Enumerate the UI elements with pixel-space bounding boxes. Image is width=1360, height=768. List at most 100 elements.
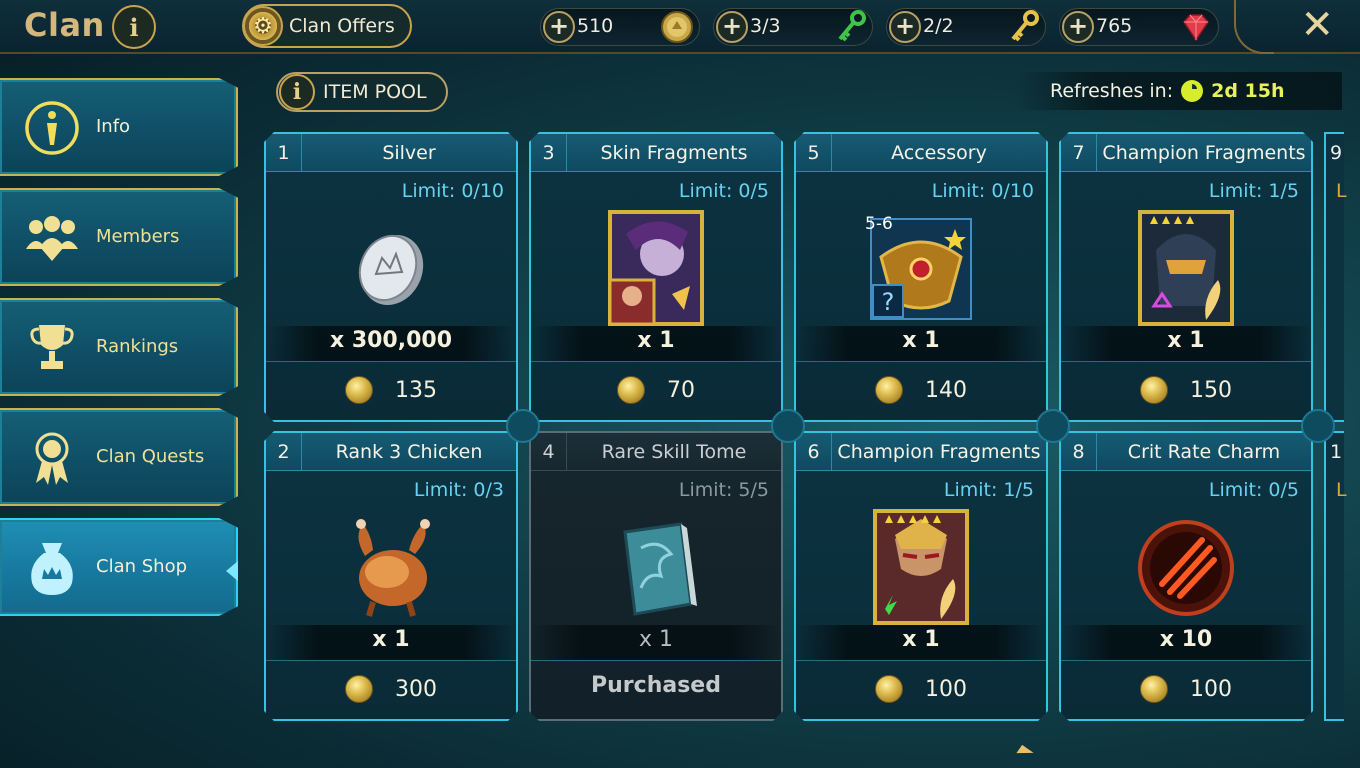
card-limit: L	[1336, 180, 1347, 202]
card-header: 1 Silver	[266, 134, 516, 172]
card-name: Champion Fragments	[837, 441, 1041, 463]
shop-card-accessory[interactable]: 5 Accessory Limit: 0/10 ? 5-6 x 1 140	[794, 132, 1048, 422]
gold-key-icon	[1011, 10, 1039, 42]
resource-silver: + 510	[540, 8, 700, 46]
clock-icon	[1181, 80, 1204, 102]
buy-button[interactable]: 150	[1061, 370, 1311, 410]
buy-button[interactable]: 100	[796, 669, 1046, 709]
card-price: 100	[925, 676, 967, 702]
crit-charm-icon	[1126, 509, 1246, 627]
card-number: 2	[266, 433, 302, 471]
gems-count: 765	[1096, 15, 1133, 37]
card-limit: Limit: 1/5	[943, 479, 1034, 501]
card-price: 70	[667, 377, 695, 403]
card-name: Rank 3 Chicken	[335, 441, 483, 463]
card-number: 9	[1330, 142, 1343, 164]
active-indicator-arrow	[226, 561, 238, 581]
card-quantity: x 300,000	[329, 328, 453, 353]
shop-card-skin-fragments[interactable]: 3 Skin Fragments Limit: 0/5 x 1 70	[529, 132, 783, 422]
buy-button[interactable]: 300	[266, 669, 516, 709]
green-key-count: 3/3	[750, 15, 781, 37]
card-price: 100	[1190, 676, 1232, 702]
card-quantity: x 1	[1167, 328, 1205, 353]
card-number: 3	[531, 134, 567, 172]
card-limit: Limit: 0/5	[678, 180, 769, 202]
card-header: 5 Accessory	[796, 134, 1046, 172]
shop-card-partial[interactable]: 1 L	[1324, 431, 1347, 721]
silver-coin-icon	[345, 675, 373, 703]
sidebar-item-info[interactable]: Info	[0, 78, 238, 176]
card-quantity: x 1	[902, 328, 940, 353]
add-gold-key-button[interactable]: +	[889, 11, 921, 43]
buy-button[interactable]: 140	[796, 370, 1046, 410]
close-icon[interactable]: ✕	[1300, 2, 1334, 48]
card-header: 8 Crit Rate Charm	[1061, 433, 1311, 471]
silver-coin-icon	[617, 376, 645, 404]
card-price: 150	[1190, 377, 1232, 403]
card-quantity: x 1	[902, 627, 940, 652]
svg-text:?: ?	[882, 288, 895, 316]
shop-card-rare-skill-tome: 4 Rare Skill Tome Limit: 5/5 x 1 Purchas…	[529, 431, 783, 721]
info-icon[interactable]: i	[112, 5, 156, 49]
shop-card-champion-fragments-7[interactable]: 7 Champion Fragments Limit: 1/5 x 1 150	[1059, 132, 1313, 422]
clan-offers-label: Clan Offers	[289, 15, 395, 37]
card-limit: Limit: 1/5	[1208, 180, 1299, 202]
silver-coin-icon	[661, 11, 693, 43]
sidebar-item-members[interactable]: Members	[0, 188, 238, 286]
silver-coin-icon	[875, 376, 903, 404]
card-name: Accessory	[891, 142, 987, 164]
sidebar-item-label: Members	[96, 226, 180, 247]
card-header: 3 Skin Fragments	[531, 134, 781, 172]
card-limit: L	[1336, 479, 1347, 501]
card-number: 4	[531, 433, 567, 471]
purchased-label: Purchased	[591, 673, 721, 698]
champion-portrait-icon	[861, 509, 981, 627]
silver-coin-icon	[331, 210, 451, 328]
card-name: Champion Fragments	[1102, 142, 1306, 164]
sidebar-item-label: Clan Shop	[96, 556, 188, 577]
silver-coin-icon	[1140, 675, 1168, 703]
add-silver-button[interactable]: +	[543, 11, 575, 43]
add-gems-button[interactable]: +	[1062, 11, 1094, 43]
shop-card-partial[interactable]: 9 L	[1324, 132, 1347, 422]
shop-card-silver[interactable]: 1 Silver Limit: 0/10 x 300,000 135	[264, 132, 518, 422]
sidebar-item-rankings[interactable]: Rankings	[0, 298, 238, 396]
silver-coin-icon	[345, 376, 373, 404]
buy-button[interactable]: 70	[531, 370, 781, 410]
buy-button[interactable]: 135	[266, 370, 516, 410]
sidebar-item-clan-shop[interactable]: Clan Shop	[0, 518, 238, 616]
silver-count: 510	[577, 15, 614, 37]
medal-icon	[22, 428, 82, 488]
card-price: 140	[925, 377, 967, 403]
grid-connector	[1301, 409, 1335, 443]
shop-card-crit-rate-charm[interactable]: 8 Crit Rate Charm Limit: 0/5 x 10 100	[1059, 431, 1313, 721]
silver-coin-icon	[1140, 376, 1168, 404]
shop-card-rank-3-chicken[interactable]: 2 Rank 3 Chicken Limit: 0/3 x 1 300	[264, 431, 518, 721]
item-pool-button[interactable]: i ITEM POOL	[276, 72, 448, 112]
clan-offers-button[interactable]: ⚙ Clan Offers	[242, 4, 412, 48]
card-header: 7 Champion Fragments	[1061, 134, 1311, 172]
chicken-icon	[331, 509, 451, 627]
page-title: Clan	[24, 6, 105, 44]
card-name: Silver	[382, 142, 436, 164]
accessory-icon: ? 5-6	[861, 210, 981, 328]
gear-icon: ⚙	[243, 6, 283, 46]
add-green-key-button[interactable]: +	[716, 11, 748, 43]
card-quantity: x 1	[638, 627, 673, 652]
info-icon: i	[279, 74, 315, 110]
ruby-gem-icon	[1183, 14, 1209, 42]
buy-button[interactable]: 100	[1061, 669, 1311, 709]
sidebar-item-label: Rankings	[96, 336, 179, 357]
card-quantity: x 1	[637, 328, 675, 353]
sidebar-item-clan-quests[interactable]: Clan Quests	[0, 408, 238, 506]
card-name: Rare Skill Tome	[601, 441, 747, 463]
shop-bag-icon	[22, 538, 82, 598]
card-name: Crit Rate Charm	[1127, 441, 1281, 463]
skill-tome-icon	[596, 509, 716, 627]
grid-connector	[771, 409, 805, 443]
card-limit: Limit: 0/5	[1208, 479, 1299, 501]
grid-connector	[506, 409, 540, 443]
shop-card-champion-fragments-6[interactable]: 6 Champion Fragments Limit: 1/5 x 1 100	[794, 431, 1048, 721]
card-limit: Limit: 5/5	[678, 479, 769, 501]
resource-green-key: + 3/3	[713, 8, 873, 46]
